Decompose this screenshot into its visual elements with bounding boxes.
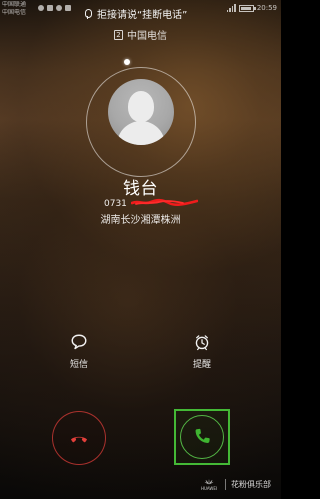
sim-carrier-info: 2 中国电信 xyxy=(114,27,167,42)
reminder-label: 提醒 xyxy=(192,360,211,370)
huawei-club-watermark: HUAWEI 花粉俱乐部 xyxy=(198,478,271,491)
status-time: 20:59 xyxy=(256,4,277,12)
contact-name: 钱台 xyxy=(123,179,158,199)
reminder-button[interactable]: 提醒 xyxy=(182,333,222,373)
answer-button-ring xyxy=(180,415,224,459)
status-carrier-1: 中国联通 xyxy=(2,1,27,8)
decline-call-button[interactable] xyxy=(52,411,106,465)
notification-icons xyxy=(38,5,71,11)
status-carrier-2: 中国电信 xyxy=(2,9,27,16)
signal-strength-icon xyxy=(226,4,236,12)
voice-decline-hint: 拒接请说“挂断电话” xyxy=(83,6,187,21)
battery-icon xyxy=(238,4,256,12)
hang-up-phone-icon xyxy=(70,436,88,443)
mail-icon xyxy=(65,5,71,11)
avatar-body-icon xyxy=(117,121,165,145)
phone-prefix: 0731 xyxy=(104,199,127,209)
huawei-petal-icon xyxy=(204,479,214,485)
caller-location: 湖南长沙湘潭株洲 xyxy=(100,215,181,226)
notification-icon xyxy=(38,5,44,11)
message-bubble-icon xyxy=(71,334,87,350)
voice-hint-text: 拒接请说“挂断电话” xyxy=(97,10,188,21)
caller-number: 0731 xyxy=(104,198,198,210)
sms-reply-button[interactable]: 短信 xyxy=(59,333,99,373)
carrier-name: 中国电信 xyxy=(127,31,167,42)
mic-icon xyxy=(83,8,92,19)
huawei-logo-text: HUAWEI xyxy=(200,486,218,491)
progress-dot-icon xyxy=(124,59,130,65)
sms-label: 短信 xyxy=(69,360,88,370)
watermark-divider xyxy=(225,479,226,490)
incoming-call-screen: 中国联通 中国电信 20:59 拒接请说“挂断电话” 2 中国电信 钱台 073… xyxy=(0,0,281,499)
status-system-icons: 20:59 xyxy=(226,4,277,12)
message-icon xyxy=(56,5,62,11)
huawei-logo-icon: HUAWEI xyxy=(198,478,220,491)
status-carriers: 中国联通 中国电信 xyxy=(2,1,36,17)
answer-call-button[interactable] xyxy=(174,409,230,465)
app-icon xyxy=(47,5,53,11)
alarm-clock-icon xyxy=(195,335,209,351)
phone-handset-icon xyxy=(195,428,210,443)
contact-avatar xyxy=(108,79,174,145)
watermark-text: 花粉俱乐部 xyxy=(231,480,271,489)
redaction-scribble-icon xyxy=(130,198,198,207)
avatar-head-icon xyxy=(128,91,154,122)
sim-card-icon: 2 xyxy=(114,29,123,40)
